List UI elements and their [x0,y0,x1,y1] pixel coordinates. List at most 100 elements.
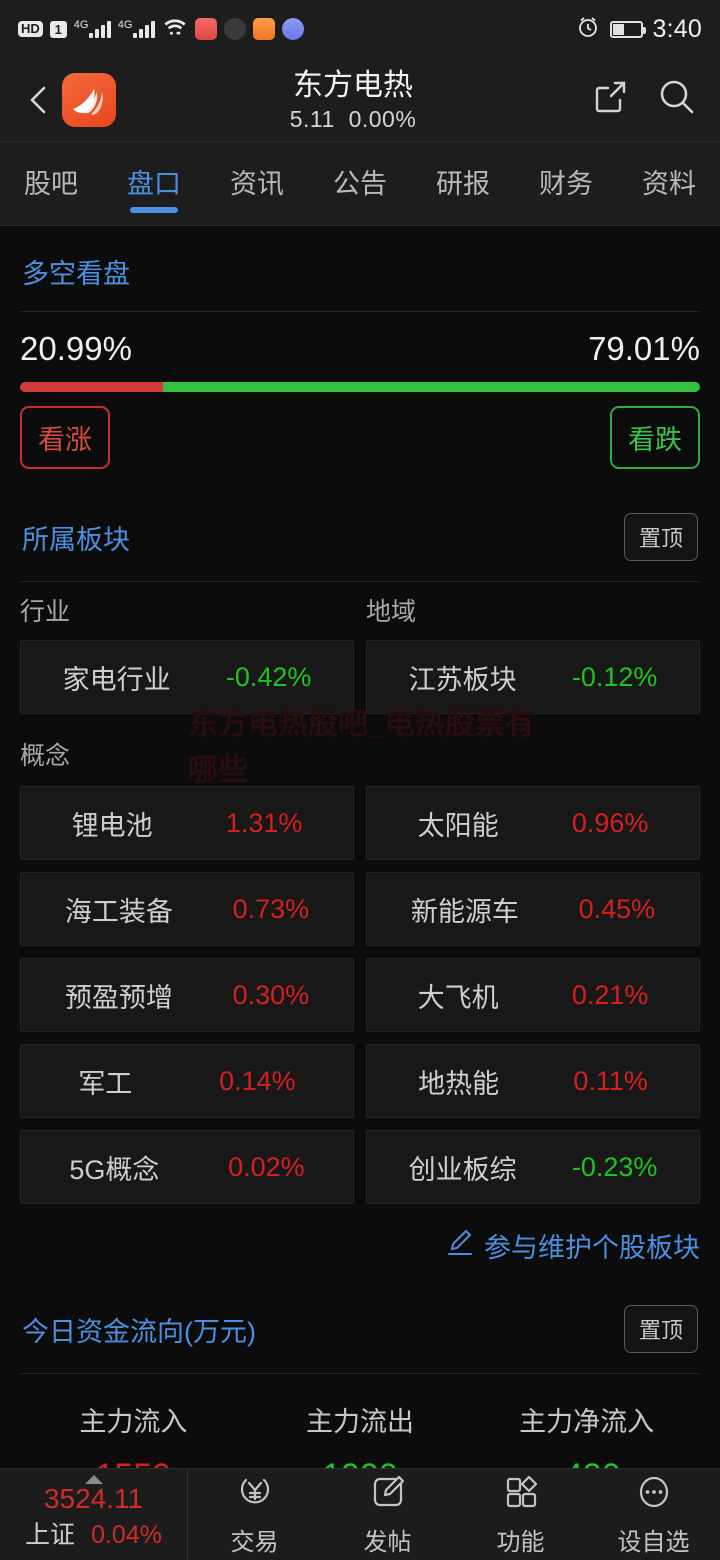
sentiment-buttons: 看涨 看跌 [0,392,720,487]
concept-name: 创业板综 [408,1154,517,1185]
industry-label: 行业 [20,598,71,626]
concept-value: 0.30% [232,979,310,1010]
plate-value: -0.12% [571,661,658,692]
concept-cell[interactable]: 大飞机 0.21% [366,958,700,1032]
app-root: HD 1 4G 4G 3:40 东方电热 5.11 0.00% 股吧 盘口 资讯… [0,0,720,1560]
moneyflow-col-label: 主力流出 [306,1407,414,1437]
app-logo-icon[interactable] [62,72,116,127]
plate-name: 江苏板块 [408,664,517,695]
bottom-navigation-bar: 3524.11 上证 0.04% 交易 发帖 功能 设自选 [0,1468,720,1560]
index-value: 3524.11 [43,1482,144,1514]
tab-ziliao[interactable]: 资料 [640,152,698,215]
status-bar-right: 3:40 [576,15,702,44]
moneyflow-col-label: 主力流入 [79,1407,188,1437]
edit-plates-link[interactable]: 参与维护个股板块 [0,1204,720,1279]
tab-caiwu[interactable]: 财务 [537,152,595,215]
region-label: 地域 [366,598,417,626]
index-change: 0.04% [91,1520,162,1549]
concept-name: 新能源车 [410,896,519,927]
signal-4g-label: 4G [73,18,89,31]
header-quote: 5.11 0.00% [116,104,590,134]
chevron-left-icon[interactable] [22,83,56,117]
tab-gonggao[interactable]: 公告 [331,152,389,215]
bear-percent: 79.01% [588,330,700,367]
concept-grid: 锂电池 1.31% 太阳能 0.96% 海工装备 0.73% 新能源车 0.45% 预盈预增 0.… [0,776,720,1204]
signal-4g-label: 4G [117,18,133,31]
app-video-icon [252,18,275,40]
nav-item-trade[interactable]: 交易 [188,1473,321,1557]
section-tabs: 股吧 盘口 资讯 公告 研报 财务 资料 [0,142,720,226]
concept-cell[interactable]: 创业板综 -0.23% [366,1130,700,1204]
tab-guba[interactable]: 股吧 [22,152,80,215]
search-icon[interactable] [656,76,698,123]
concept-name: 太阳能 [417,810,499,841]
concept-cell[interactable]: 5G概念 0.02% [20,1130,354,1204]
concept-value: 0.45% [578,893,656,924]
tab-yanbao[interactable]: 研报 [434,152,492,215]
nav-item-post[interactable]: 发帖 [321,1473,454,1557]
tab-zixun[interactable]: 资讯 [228,152,286,215]
plates-title: 所属板块 [22,524,130,555]
concept-name: 地热能 [418,1068,500,1099]
concept-name: 锂电池 [71,810,153,841]
concept-value: 0.96% [571,807,649,838]
plate-cell-region[interactable]: 江苏板块 -0.12% [366,640,700,714]
edit-plates-label: 参与维护个股板块 [484,1233,700,1263]
plates-pin-button[interactable]: 置顶 [623,513,698,561]
concept-cell[interactable]: 预盈预增 0.30% [20,958,354,1032]
concept-cell[interactable]: 海工装备 0.73% [20,872,354,946]
concept-cell[interactable]: 军工 0.14% [20,1044,354,1118]
wifi-icon [162,17,188,42]
moneyflow-pin-button[interactable]: 置顶 [623,1305,698,1353]
sentiment-bar [20,382,700,392]
concept-name: 海工装备 [64,896,173,927]
moneyflow-headers: 主力流入 主力流出 主力净流入 [0,1374,720,1439]
plate-cell-industry[interactable]: 家电行业 -0.42% [20,640,354,714]
signal-4g-icon: 4G [73,18,111,38]
bullish-button[interactable]: 看涨 [20,406,110,469]
nav-item-watchlist[interactable]: 设自选 [587,1473,720,1557]
concept-name: 5G概念 [69,1154,160,1185]
more-dots-icon [635,1473,673,1516]
concept-cell[interactable]: 新能源车 0.45% [366,872,700,946]
nav-label: 发帖 [363,1528,412,1556]
concept-cell[interactable]: 太阳能 0.96% [366,786,700,860]
signal-4g-icon: 4G [117,18,155,38]
plates-section-header: 所属板块 置顶 [0,487,720,581]
tab-pankou[interactable]: 盘口 [125,152,183,215]
index-row: 上证 0.04% [25,1515,162,1551]
page-header: 东方电热 5.11 0.00% [0,58,720,142]
clock-time: 3:40 [652,14,702,43]
share-external-icon[interactable] [590,77,630,122]
nav-label: 功能 [496,1528,545,1556]
concept-cell[interactable]: 地热能 0.11% [366,1044,700,1118]
sentiment-percents: 20.99% 79.01% [0,312,720,378]
concept-label: 概念 [20,742,71,770]
index-ticker[interactable]: 3524.11 上证 0.04% [0,1469,188,1560]
trade-yuan-icon [236,1473,274,1516]
stock-price: 5.11 [289,105,335,132]
nav-item-functions[interactable]: 功能 [454,1473,587,1557]
bull-percent: 20.99% [20,330,132,367]
sim1-badge-icon: 1 [49,20,67,38]
sentiment-bar-bull [20,382,163,392]
status-bar-left: HD 1 4G 4G [18,17,304,42]
plate-value: -0.42% [225,661,312,692]
nav-label: 交易 [230,1528,279,1556]
concept-value: 0.02% [228,1151,305,1182]
plate-primary-grid: 家电行业 -0.42% 江苏板块 -0.12% [0,630,720,714]
plate-category-labels: 行业 地域 [0,582,720,630]
battery-icon [609,20,646,38]
header-center: 东方电热 5.11 0.00% [116,68,590,134]
concept-value: 0.73% [232,893,310,924]
moneyflow-col-label: 主力净流入 [519,1407,655,1437]
page-content: 多空看盘 20.99% 79.01% 看涨 看跌 所属板块 置顶 行业 地域 家… [0,226,720,1496]
concept-value: 0.14% [219,1065,296,1096]
app-music-icon [281,18,304,40]
bearish-button[interactable]: 看跌 [610,406,700,469]
concept-cell[interactable]: 锂电池 1.31% [20,786,354,860]
plate-name: 家电行业 [62,664,171,695]
caret-up-icon [84,1475,103,1484]
moneyflow-title: 今日资金流向(万元) [22,1316,256,1347]
concept-name: 预盈预增 [64,982,173,1013]
